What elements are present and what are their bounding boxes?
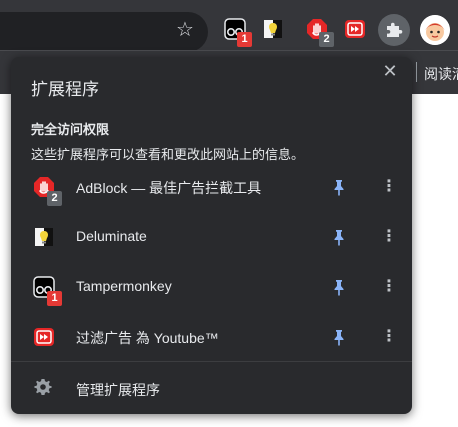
popup-title: 扩展程序: [31, 80, 99, 99]
tampermonkey-badge: 1: [47, 291, 62, 306]
extensions-puzzle-button[interactable]: [378, 14, 410, 46]
manage-extensions-button[interactable]: 管理扩展程序: [11, 367, 412, 411]
gear-icon: [34, 379, 52, 395]
puzzle-icon: [387, 22, 403, 37]
pin-icon[interactable]: [329, 227, 349, 247]
manage-extensions-label: 管理扩展程序: [76, 382, 160, 398]
bookmarks-separator: [416, 62, 417, 82]
extension-name: Deluminate: [76, 228, 147, 244]
deluminate-icon: [264, 20, 282, 38]
pin-icon[interactable]: [329, 177, 349, 197]
extension-row-deluminate[interactable]: Deluminate ⋮: [11, 213, 412, 261]
extension-name: 过滤广告 為 Youtube™: [76, 330, 219, 346]
extension-row-youtube-adblock[interactable]: 过滤广告 為 Youtube™ ⋮: [11, 313, 412, 361]
more-options-icon[interactable]: ⋮: [379, 277, 399, 297]
youtube-adblock-icon: [34, 328, 54, 346]
extension-name: AdBlock — 最佳广告拦截工具: [76, 180, 262, 196]
full-access-title: 完全访问权限: [31, 122, 110, 137]
reading-list-button[interactable]: 阅读清: [424, 64, 458, 84]
full-access-description: 这些扩展程序可以查看和更改此网站上的信息。: [31, 147, 305, 162]
close-icon[interactable]: ✕: [380, 61, 400, 81]
profile-avatar[interactable]: [420, 15, 450, 45]
extension-name: Tampermonkey: [76, 278, 172, 294]
pin-icon[interactable]: [329, 327, 349, 347]
youtube-adblock-icon: [345, 20, 365, 38]
more-options-icon[interactable]: ⋮: [379, 177, 399, 197]
more-options-icon[interactable]: ⋮: [379, 327, 399, 347]
deluminate-icon: [35, 228, 53, 246]
toolbar-deluminate-button[interactable]: [260, 16, 286, 42]
adblock-badge: 2: [319, 32, 334, 47]
extensions-menu-popup: 扩展程序 ✕ 完全访问权限 这些扩展程序可以查看和更改此网站上的信息。 2 Ad…: [11, 57, 412, 414]
extension-row-adblock[interactable]: 2 AdBlock — 最佳广告拦截工具 ⋮: [11, 163, 412, 211]
toolbar-adblock-button[interactable]: 2: [304, 16, 334, 47]
avatar-icon: [420, 15, 450, 45]
more-options-icon[interactable]: ⋮: [379, 227, 399, 247]
tampermonkey-badge: 1: [237, 32, 252, 47]
menu-divider: [11, 361, 412, 362]
pin-icon[interactable]: [329, 277, 349, 297]
bookmark-star-icon[interactable]: ☆: [172, 16, 198, 42]
adblock-badge: 2: [47, 191, 62, 206]
toolbar-tampermonkey-button[interactable]: 1: [222, 16, 252, 47]
toolbar-youtube-adblock-button[interactable]: [342, 16, 368, 42]
extension-row-tampermonkey[interactable]: 1 Tampermonkey ⋮: [11, 263, 412, 311]
